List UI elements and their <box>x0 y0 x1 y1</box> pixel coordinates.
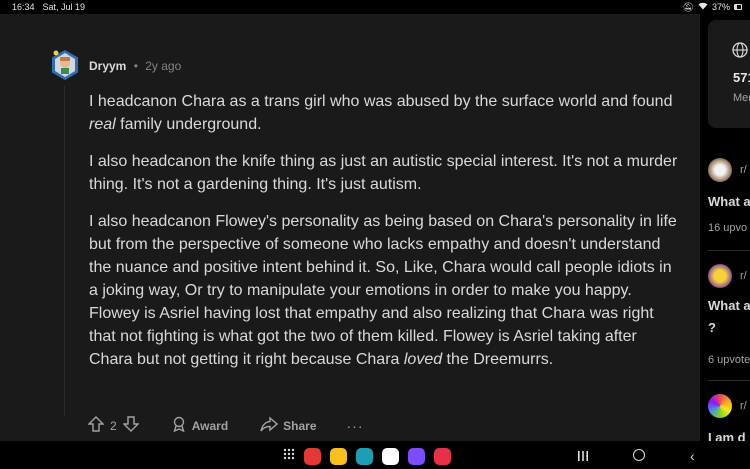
divider <box>708 380 750 381</box>
subreddit-prefix: r/ <box>740 400 747 412</box>
subreddit-prefix: r/ <box>740 164 747 176</box>
post-title-continued: ? <box>708 320 716 335</box>
browser-app-icon[interactable] <box>408 447 425 465</box>
battery-percent: 37% <box>711 2 730 12</box>
divider <box>708 250 750 251</box>
messages-app-icon[interactable] <box>382 447 399 465</box>
flipboard-app-icon[interactable] <box>304 447 321 465</box>
app-dock <box>283 447 451 465</box>
status-bar: 16:34 Sat, Jul 19 🔕︎ 37% <box>0 0 750 14</box>
post-title: I am d <box>708 430 746 441</box>
member-count: 571 <box>733 70 750 85</box>
subreddit-icon <box>708 264 732 288</box>
mute-icon: 🔕︎ <box>682 1 694 12</box>
comment-age: 2y ago <box>145 59 182 73</box>
battery-icon <box>734 4 742 10</box>
subreddit-icon <box>708 158 732 182</box>
award-icon <box>171 416 187 435</box>
calendar-app-icon[interactable] <box>356 447 373 465</box>
right-sidebar: 571 Mem r/ What a 16 upvo r/ What a ? 6 … <box>700 14 750 441</box>
status-time: 16:34 <box>12 2 35 12</box>
member-label: Mem <box>733 92 750 104</box>
post-meta: 6 upvote <box>708 354 750 366</box>
paragraph-1: I headcanon Chara as a trans girl who wa… <box>89 93 673 133</box>
post-meta: 16 upvo <box>708 222 748 234</box>
share-button[interactable]: Share <box>260 416 317 435</box>
comment-panel: Dryym • 2y ago I headcanon Chara as a tr… <box>0 14 700 441</box>
share-label: Share <box>283 418 317 433</box>
comment-body: I headcanon Chara as a trans girl who wa… <box>89 90 679 385</box>
award-button[interactable]: Award <box>171 416 228 435</box>
subreddit-prefix: r/ <box>740 270 747 282</box>
wifi-icon <box>698 2 708 12</box>
post-title: What a <box>708 194 750 209</box>
app-drawer-icon[interactable] <box>283 447 295 465</box>
paragraph-3: I also headcanon Flowey's personality as… <box>89 213 677 368</box>
notes-app-icon[interactable] <box>330 447 347 465</box>
home-icon[interactable] <box>633 449 645 461</box>
community-info-card: 571 Mem <box>708 20 750 128</box>
vote-controls: 2 <box>87 416 140 435</box>
back-icon[interactable]: ‹ <box>690 448 695 464</box>
globe-icon <box>732 42 748 63</box>
comment-separator: • <box>133 59 138 73</box>
paragraph-2: I also headcanon the knife thing as just… <box>89 153 678 193</box>
vote-count: 2 <box>110 418 117 433</box>
more-options-button[interactable]: ··· <box>347 418 364 434</box>
author-name[interactable]: Dryym <box>89 59 126 73</box>
post-title: What a <box>708 298 750 313</box>
avatar[interactable] <box>52 50 78 80</box>
award-label: Award <box>191 418 229 433</box>
comment-actions: 2 Award Share ··· <box>87 416 364 435</box>
downvote-icon[interactable] <box>121 416 140 435</box>
recent-apps-icon[interactable] <box>577 449 589 467</box>
navigation-bar: ‹ <box>0 441 750 469</box>
subreddit-icon <box>708 394 732 418</box>
comment-author[interactable]: Dryym • 2y ago <box>89 59 181 73</box>
share-icon <box>260 416 279 435</box>
status-date: Sat, Jul 19 <box>42 2 86 12</box>
thread-line[interactable] <box>64 86 65 416</box>
upvote-icon[interactable] <box>87 416 105 435</box>
gallery-app-icon[interactable] <box>434 447 451 465</box>
